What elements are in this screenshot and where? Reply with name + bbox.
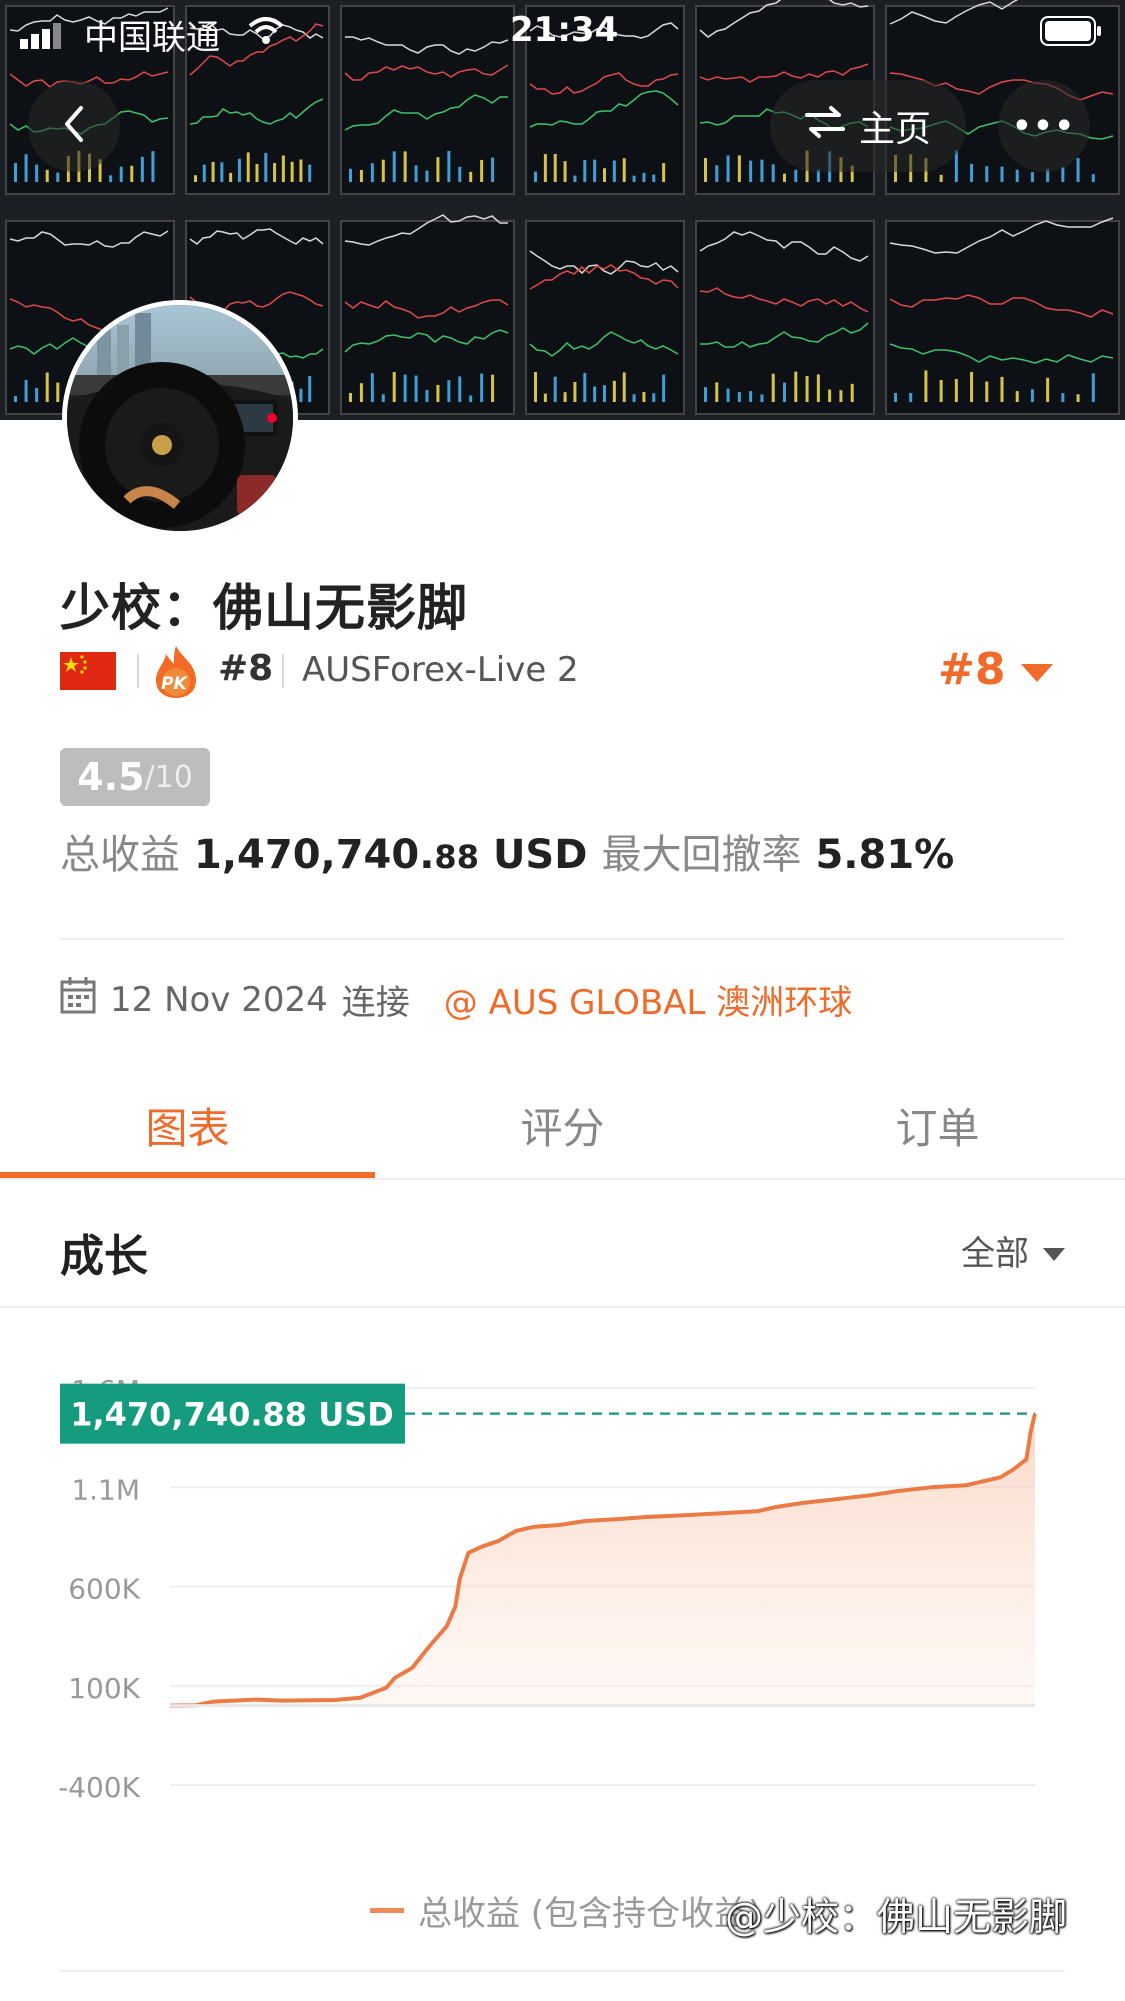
range-filter-dropdown[interactable]: 全部 bbox=[961, 1226, 1065, 1275]
pk-fire-icon: PK bbox=[152, 644, 200, 700]
total-profit-main: 1,470,740. bbox=[194, 832, 435, 878]
connected-date: 12 Nov 2024 bbox=[110, 979, 328, 1020]
divider bbox=[282, 654, 284, 688]
legend-swatch bbox=[370, 1908, 404, 1913]
more-dots-icon: ••• bbox=[1012, 108, 1076, 144]
tab-orders[interactable]: 订单 bbox=[750, 1095, 1125, 1156]
stats-row: 总收益 1,470,740.88 USD 最大回撤率 5.81% bbox=[60, 822, 954, 880]
status-time: 21:34 bbox=[510, 10, 619, 50]
more-button[interactable]: ••• bbox=[998, 80, 1090, 172]
y-tick-label: -400K bbox=[58, 1771, 141, 1804]
caret-down-icon bbox=[1043, 1231, 1065, 1271]
home-switch-button[interactable]: 主页 bbox=[770, 80, 966, 172]
watermark: @少校：佛山无影脚 bbox=[725, 1895, 1068, 1939]
back-button[interactable] bbox=[28, 80, 120, 172]
trader-name: 少校：佛山无影脚 bbox=[60, 579, 468, 637]
rank-right-label: #8 bbox=[938, 644, 1006, 695]
battery-icon bbox=[1040, 16, 1102, 50]
y-tick-label: 600K bbox=[68, 1573, 140, 1606]
caret-down-icon bbox=[1021, 644, 1054, 695]
chevron-left-icon bbox=[59, 104, 89, 148]
connection-row: 12 Nov 2024 连接 @ AUS GLOBAL 澳洲环球 bbox=[60, 975, 852, 1024]
tab-divider bbox=[0, 1178, 1125, 1180]
broker-server: AUSForex-Live 2 bbox=[302, 650, 579, 690]
china-flag-icon bbox=[60, 652, 116, 690]
legend-label: 总收益 (包含持仓收益) bbox=[418, 1894, 762, 1934]
divider bbox=[137, 654, 139, 688]
total-profit-currency: USD bbox=[492, 832, 588, 878]
tab-active-indicator bbox=[0, 1172, 375, 1178]
y-tick-label: 1.1M bbox=[71, 1473, 140, 1506]
max-drawdown-label: 最大回撤率 bbox=[601, 832, 802, 878]
score-denominator: /10 bbox=[144, 759, 193, 795]
broker-link[interactable]: @ AUS GLOBAL 澳洲环球 bbox=[444, 975, 853, 1024]
score-value: 4.5 bbox=[77, 755, 145, 799]
avatar[interactable] bbox=[62, 300, 298, 536]
wifi-icon bbox=[246, 14, 286, 50]
pk-label: PK bbox=[161, 674, 187, 694]
total-profit-label: 总收益 bbox=[60, 832, 180, 878]
swap-icon bbox=[804, 105, 845, 148]
carrier-name: 中国联通 bbox=[84, 18, 220, 58]
total-profit-value: 1,470,740.88 bbox=[194, 832, 479, 878]
tab-chart[interactable]: 图表 bbox=[0, 1095, 375, 1156]
divider bbox=[60, 1970, 1065, 1972]
section-title: 成长 bbox=[60, 1231, 148, 1282]
home-label: 主页 bbox=[858, 109, 931, 150]
y-tick-label: 100K bbox=[68, 1672, 140, 1705]
section-divider bbox=[0, 1306, 1125, 1308]
signal-icon bbox=[20, 18, 62, 58]
calendar-icon bbox=[60, 976, 96, 1023]
rank-label: #8 bbox=[218, 648, 274, 689]
divider bbox=[60, 938, 1065, 940]
score-badge: 4.5 /10 bbox=[60, 748, 210, 806]
tab-rating[interactable]: 评分 bbox=[375, 1095, 750, 1156]
current-value-label: 1,470,740.88 USD bbox=[70, 1396, 394, 1434]
growth-chart: 1.6M1.1M600K100K-400K29 Mar24 Jun02 Sep2… bbox=[58, 1374, 1037, 1804]
connected-label: 连接 bbox=[341, 983, 410, 1023]
chart-legend: 总收益 (包含持仓收益) bbox=[370, 1886, 761, 1935]
max-drawdown-value: 5.81% bbox=[815, 832, 955, 878]
total-profit-cents: 88 bbox=[434, 838, 479, 876]
rank-dropdown[interactable]: #8 bbox=[938, 644, 1054, 695]
filter-label: 全部 bbox=[961, 1234, 1029, 1274]
series-area bbox=[170, 1413, 1035, 1706]
